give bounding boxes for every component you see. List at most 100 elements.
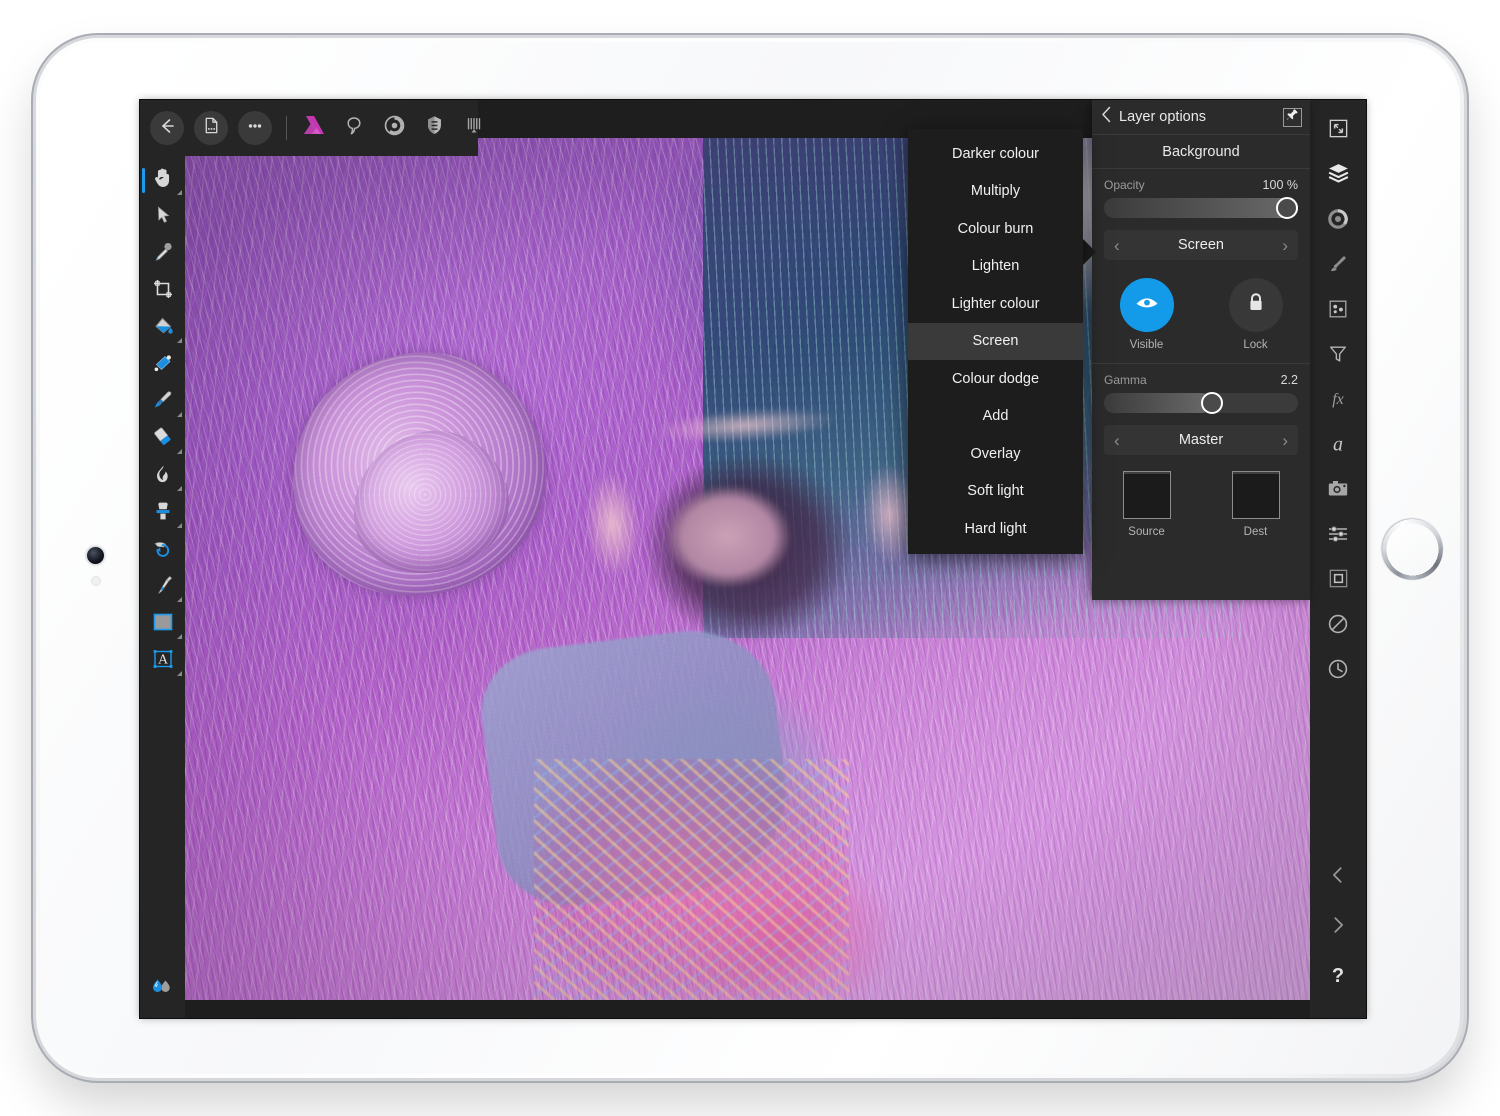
back-button[interactable] [150,111,184,145]
tool-colour-picker[interactable] [140,236,185,273]
channel-stepper[interactable]: ‹ Master › [1104,425,1298,455]
tool-rectangle[interactable] [140,606,185,643]
rrail-character[interactable]: a [1319,427,1357,465]
dest-swatch[interactable]: Dest [1232,471,1280,538]
clock-icon [1326,657,1350,686]
blend-mode-stepper[interactable]: ‹ Screen › [1104,230,1298,260]
rrail-adjustments[interactable] [1319,337,1357,375]
front-camera [87,547,104,564]
colour-wheel-icon [1326,207,1350,236]
tool-flyout-indicator [177,412,182,417]
export-icon [463,115,485,142]
rrail-layers[interactable] [1319,157,1357,195]
blend-item-colour-dodge[interactable]: Colour dodge [908,360,1083,398]
blend-item-soft-light[interactable]: Soft light [908,473,1083,511]
rrail-effects[interactable]: fx [1319,382,1357,420]
rrail-stock[interactable] [1319,607,1357,645]
blend-item-colour-burn[interactable]: Colour burn [908,210,1083,248]
lock-toggle[interactable]: Lock [1229,278,1283,351]
tool-flood-fill[interactable] [140,310,185,347]
persona-develop-button[interactable] [377,111,411,145]
lock-icon [1246,291,1266,320]
svg-text:fx: fx [1332,391,1344,408]
rectangle-shape-icon [150,610,176,639]
opacity-slider-knob[interactable] [1276,197,1298,219]
opacity-label: Opacity [1104,178,1145,192]
blend-item-lighter-colour[interactable]: Lighter colour [908,285,1083,323]
ipad-screen: A [140,100,1366,1018]
gradient-icon [151,351,175,380]
tool-undo-brush[interactable] [140,532,185,569]
no-entry-icon [1326,612,1350,641]
tool-gradient[interactable] [140,347,185,384]
rrail-history[interactable] [1319,652,1357,690]
document-button[interactable] [194,111,228,145]
blend-item-lighten[interactable]: Lighten [908,248,1083,286]
home-button[interactable] [1384,521,1440,577]
rrail-navigator[interactable] [1319,562,1357,600]
tool-crop[interactable] [140,273,185,310]
gamma-slider[interactable] [1104,393,1298,413]
opacity-slider-fill [1104,198,1298,218]
tool-flyout-indicator [177,486,182,491]
tool-move[interactable] [140,199,185,236]
colour-selector[interactable] [146,974,180,1002]
rrail-channels[interactable] [1319,517,1357,555]
tool-hand[interactable] [140,162,185,199]
more-button[interactable] [238,111,272,145]
visible-toggle[interactable]: Visible [1120,278,1174,351]
eye-icon [1134,293,1160,318]
rrail-previous[interactable] [1319,858,1357,896]
pin-button[interactable] [1283,108,1302,127]
blend-mode-value: Screen [1120,237,1283,253]
layer-toggles: Visible Lock [1092,264,1310,361]
tool-eraser[interactable] [140,421,185,458]
blend-item-overlay[interactable]: Overlay [908,435,1083,473]
panel-back-button[interactable] [1100,106,1113,128]
source-swatch-box[interactable] [1123,471,1171,519]
source-swatch-label: Source [1128,526,1164,538]
right-rail-bottom-group: ? [1310,858,1366,1008]
blend-item-darker-colour[interactable]: Darker colour [908,135,1083,173]
persona-photo-button[interactable] [297,111,331,145]
rrail-help[interactable]: ? [1319,958,1357,996]
camera-icon [1326,477,1350,506]
tool-flyout-indicator [177,597,182,602]
arrow-left-icon [157,116,177,141]
tool-paint-brush[interactable] [140,384,185,421]
lock-toggle-label: Lock [1243,339,1267,351]
dest-swatch-box[interactable] [1232,471,1280,519]
funnel-adjustment-icon [1327,343,1349,370]
opacity-section: Opacity 100 % ‹ Screen › [1092,169,1310,264]
question-mark-icon: ? [1326,963,1350,992]
persona-liquify-button[interactable] [337,111,371,145]
blend-item-multiply[interactable]: Multiply [908,173,1083,211]
channel-next[interactable]: › [1282,432,1288,449]
clone-stamp-icon [151,499,175,528]
persona-tone-mapping-button[interactable] [417,111,451,145]
layer-options-panel: Layer options Background Opacity 100 % ‹… [1092,100,1310,600]
blend-item-hard-light[interactable]: Hard light [908,510,1083,548]
tool-clone-stamp[interactable] [140,495,185,532]
chevron-right-icon [1327,914,1349,941]
layer-options-header: Layer options [1092,100,1310,135]
blend-item-screen[interactable]: Screen [908,323,1083,361]
rrail-next[interactable] [1319,908,1357,946]
rrail-macros[interactable] [1319,472,1357,510]
rrail-swatches[interactable] [1319,292,1357,330]
right-icon-rail: fx a [1310,100,1366,1018]
tool-smudge[interactable] [140,458,185,495]
tool-pen[interactable] [140,569,185,606]
source-swatch[interactable]: Source [1123,471,1171,538]
rrail-brushes[interactable] [1319,247,1357,285]
rrail-colour[interactable] [1319,202,1357,240]
transform-icon [1327,117,1350,145]
gamma-slider-knob[interactable] [1201,392,1223,414]
tool-flyout-indicator [177,449,182,454]
blend-item-add[interactable]: Add [908,398,1083,436]
tool-artistic-text[interactable]: A [140,643,185,680]
persona-export-button[interactable] [457,111,491,145]
rrail-transform[interactable] [1319,112,1357,150]
opacity-slider[interactable] [1104,198,1298,218]
blend-mode-next[interactable]: › [1282,237,1288,254]
